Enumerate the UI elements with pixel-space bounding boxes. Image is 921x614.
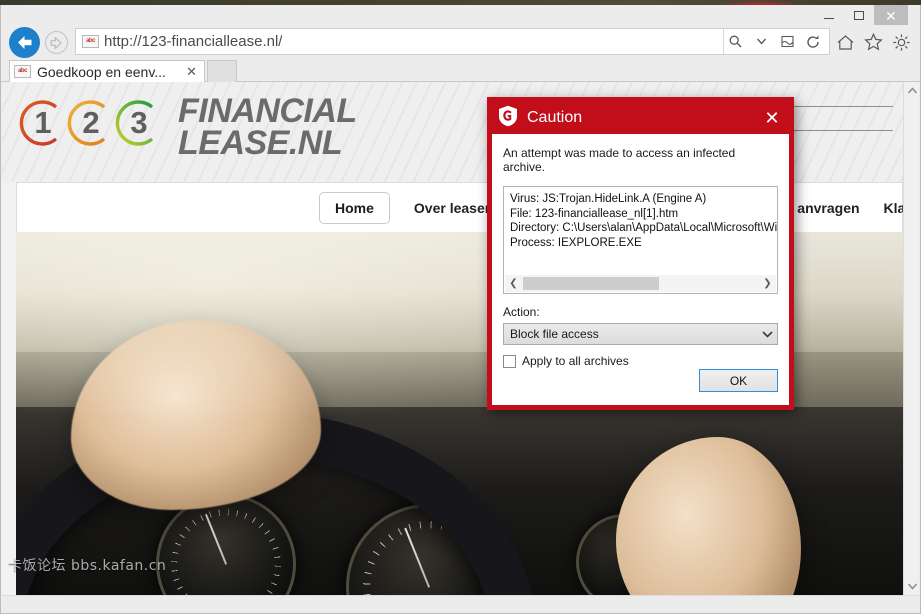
browser-status-bar [2,595,919,613]
minimize-icon [824,18,834,19]
threat-details-lines: Virus: JS:Trojan.HideLink.A (Engine A) F… [510,192,778,250]
close-window-button[interactable]: ✕ [874,5,908,26]
back-button[interactable] [9,27,40,58]
tab-close-icon[interactable]: ✕ [183,64,200,80]
apply-to-all-checkbox[interactable] [503,354,516,368]
scroll-down-icon[interactable] [904,578,920,595]
window-title-bar: ✕ [1,5,920,27]
scrollbar-thumb[interactable] [523,277,659,290]
tab-favicon-icon: abc [14,65,31,78]
logo-digit-2: 2 [82,105,100,140]
site-logo[interactable]: 1 2 3 FINANCIAL LEASE.NL [12,92,357,163]
browser-window: ✕ abc http://123-financiallease.nl/ abc … [0,5,921,614]
tab-goedkoop-en-eenvoudig[interactable]: abc Goedkoop en eenv... ✕ [9,60,205,82]
back-arrow-icon [18,36,32,49]
ok-button[interactable]: OK [699,369,778,392]
dialog-close-button[interactable]: ✕ [755,102,789,134]
minimize-button[interactable] [814,5,844,26]
new-tab-button[interactable] [207,60,237,82]
scroll-up-icon[interactable] [904,82,920,99]
nav-item-home[interactable]: Home [319,191,390,224]
action-select[interactable]: Block file access [503,323,778,345]
dialog-title: Caution [527,109,583,126]
threat-detail-file: File: 123-financiallease_nl[1].htm [510,207,679,220]
apply-to-all-label: Apply to all archives [522,354,629,368]
logo-ring-1: 1 [12,96,66,150]
logo-wordmark: FINANCIAL LEASE.NL [178,92,357,163]
nav-item-aanvragen[interactable]: anvragen [797,200,859,216]
details-horizontal-scrollbar[interactable]: ❮ ❯ [505,275,776,292]
chevron-down-icon [757,330,777,338]
address-bar-tools [723,29,829,54]
favorites-star-icon[interactable] [860,29,886,55]
dialog-message: An attempt was made to access an infecte… [503,146,736,174]
tab-strip: abc Goedkoop en eenv... ✕ [1,58,920,82]
forward-arrow-icon [50,36,62,49]
close-icon: ✕ [885,7,897,24]
caution-dialog: Caution ✕ An attempt was made to access … [487,97,794,410]
logo-digit-3: 3 [130,105,148,140]
threat-details-box[interactable]: Virus: JS:Trojan.HideLink.A (Engine A) F… [503,186,778,294]
refresh-icon[interactable] [801,29,825,54]
browser-navigation-bar: abc http://123-financiallease.nl/ [1,25,920,59]
scroll-right-icon[interactable]: ❯ [759,275,776,292]
nav-item-over-leasen[interactable]: Over leasen [414,200,493,216]
threat-detail-process: Process: IEXPLORE.EXE [510,236,642,249]
action-label: Action: [503,305,540,319]
apply-to-all-row[interactable]: Apply to all archives [503,354,778,368]
logo-digit-1: 1 [34,105,52,140]
action-select-value: Block file access [510,327,599,341]
settings-gear-icon[interactable] [888,29,914,55]
page-scrollbar[interactable] [903,82,919,595]
browser-toolbar-icons [832,29,914,55]
threat-detail-directory: Directory: C:\Users\alan\AppData\Local\M… [510,222,778,234]
address-bar[interactable]: abc http://123-financiallease.nl/ [75,28,830,55]
address-input[interactable]: http://123-financiallease.nl/ [104,33,282,50]
forum-watermark: 卡饭论坛 bbs.kafan.cn [8,558,167,574]
forward-button[interactable] [45,31,68,54]
logo-ring-3: 3 [108,96,162,150]
maximize-button[interactable] [844,5,874,26]
gdata-shield-icon [498,105,518,132]
chevron-down-icon[interactable] [749,29,773,54]
address-favicon-icon: abc [82,35,99,48]
logo-wordmark-line1: FINANCIAL [178,92,357,130]
home-icon[interactable] [832,29,858,55]
scroll-left-icon[interactable]: ❮ [505,275,522,292]
logo-wordmark-line2: LEASE.NL [178,124,343,163]
nav-item-klant[interactable]: Kla [884,200,903,216]
threat-detail-virus: Virus: JS:Trojan.HideLink.A (Engine A) [510,193,707,205]
compatibility-view-icon[interactable] [775,29,799,54]
tab-title: Goedkoop en eenv... [37,63,166,80]
logo-ring-2: 2 [60,96,114,150]
dialog-title-bar: Caution ✕ [492,102,789,134]
maximize-icon [854,11,864,20]
search-icon[interactable] [723,29,747,54]
dialog-body: An attempt was made to access an infecte… [492,134,789,405]
